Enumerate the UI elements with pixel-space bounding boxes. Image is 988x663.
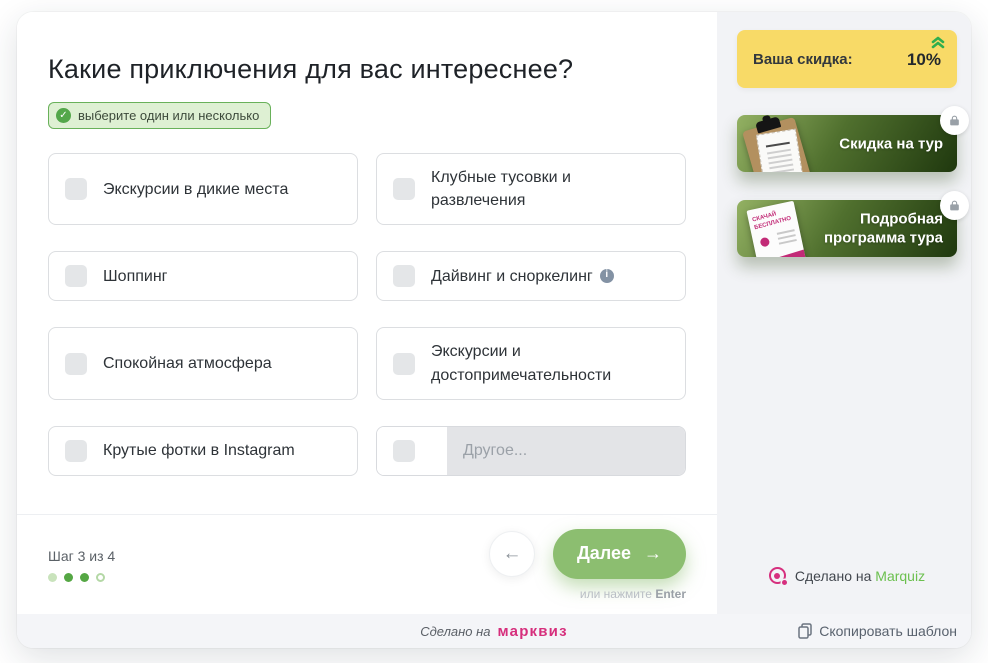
flyer-image: СКАЧАЙ БЕСПЛАТНО bbox=[746, 201, 807, 257]
option-other[interactable] bbox=[376, 426, 686, 476]
check-circle-icon: ✓ bbox=[56, 108, 71, 123]
discount-value: 10% bbox=[907, 50, 941, 70]
enter-hint: или нажмите Enter bbox=[580, 587, 686, 601]
lock-icon bbox=[940, 191, 969, 220]
marquiz-logo-icon bbox=[769, 567, 786, 584]
clipboard-image bbox=[742, 117, 814, 172]
checkbox[interactable] bbox=[65, 265, 87, 287]
bonus-sidebar: Ваша скидка: 10% bbox=[717, 12, 971, 614]
question-footer: Шаг 3 из 4 ← Далее → bbox=[17, 515, 717, 614]
option-calm-atmosphere[interactable]: Спокойная атмосфера bbox=[48, 327, 358, 399]
info-icon[interactable]: i bbox=[600, 269, 614, 283]
discount-box: Ваша скидка: 10% bbox=[737, 30, 957, 88]
progress-dot bbox=[96, 573, 105, 582]
option-diving[interactable]: Дайвинг и сноркелингi bbox=[376, 251, 686, 301]
hint-badge: ✓ выберите один или несколько bbox=[48, 102, 271, 129]
discount-label: Ваша скидка: bbox=[753, 51, 853, 68]
other-input[interactable] bbox=[447, 427, 685, 475]
option-label: Дайвинг и сноркелингi bbox=[431, 265, 614, 288]
option-shopping[interactable]: Шоппинг bbox=[48, 251, 358, 301]
option-label: Спокойная атмосфера bbox=[103, 352, 272, 375]
checkbox[interactable] bbox=[393, 178, 415, 200]
double-chevron-up-icon bbox=[931, 36, 945, 49]
progress-dot bbox=[48, 573, 57, 582]
option-label: Экскурсии и достопримечательности bbox=[431, 340, 669, 386]
back-button[interactable]: ← bbox=[489, 531, 535, 577]
bottom-bar: Сделано намарквиз Скопировать шаблон bbox=[17, 614, 971, 648]
flyer-note: СКАЧАЙ БЕСПЛАТНО bbox=[752, 208, 792, 232]
option-label: Клубные тусовки и развлечения bbox=[431, 166, 669, 212]
enter-key: Enter bbox=[655, 587, 686, 601]
option-sights[interactable]: Экскурсии и достопримечательности bbox=[376, 327, 686, 399]
checkbox[interactable] bbox=[393, 353, 415, 375]
options-grid: Экскурсии в дикие места Клубные тусовки … bbox=[48, 153, 686, 476]
checkbox-zone bbox=[377, 427, 431, 475]
banner-label: Скидка на тур bbox=[839, 134, 943, 154]
copy-template-button[interactable]: Скопировать шаблон bbox=[798, 623, 957, 639]
option-label: Шоппинг bbox=[103, 265, 168, 288]
hint-label: выберите один или несколько bbox=[78, 108, 259, 123]
checkbox[interactable] bbox=[65, 353, 87, 375]
next-wrap: Далее → или нажмите Enter bbox=[553, 529, 686, 601]
arrow-left-icon: ← bbox=[502, 543, 521, 565]
bonus-banner-tour-discount[interactable]: Скидка на тур bbox=[737, 115, 957, 172]
bonus-banner-tour-program[interactable]: СКАЧАЙ БЕСПЛАТНО Подробная программа тур… bbox=[737, 200, 957, 257]
next-button[interactable]: Далее → bbox=[553, 529, 686, 579]
option-instagram-photos[interactable]: Крутые фотки в Instagram bbox=[48, 426, 358, 476]
option-label: Экскурсии в дикие места bbox=[103, 178, 288, 201]
question-area: Какие приключения для вас интереснее? ✓ … bbox=[17, 12, 717, 614]
checkbox[interactable] bbox=[393, 440, 415, 462]
nav-buttons: ← Далее → или нажмите Enter bbox=[489, 529, 686, 601]
option-club-parties[interactable]: Клубные тусовки и развлечения bbox=[376, 153, 686, 225]
bonus-banners: Скидка на тур СКАЧАЙ БЕСПЛАТНО bbox=[737, 115, 957, 285]
made-on-text: Сделано на Marquiz bbox=[795, 568, 925, 584]
question-content: Какие приключения для вас интереснее? ✓ … bbox=[17, 12, 717, 514]
progress-dot bbox=[80, 573, 89, 582]
copy-icon bbox=[798, 623, 812, 639]
step-label: Шаг 3 из 4 bbox=[48, 548, 115, 564]
made-on-marquiz-link[interactable]: Сделано на Marquiz bbox=[769, 567, 925, 584]
lock-icon bbox=[940, 106, 969, 135]
progress-dot bbox=[64, 573, 73, 582]
main-row: Какие приключения для вас интереснее? ✓ … bbox=[17, 12, 971, 614]
option-label: Крутые фотки в Instagram bbox=[103, 439, 295, 462]
markviz-wordmark: марквиз bbox=[498, 623, 568, 640]
checkbox[interactable] bbox=[393, 265, 415, 287]
checkbox[interactable] bbox=[65, 178, 87, 200]
arrow-right-icon: → bbox=[644, 543, 662, 564]
banner-label: Подробная программа тура bbox=[815, 209, 943, 248]
progress-dots bbox=[48, 573, 115, 582]
next-label: Далее bbox=[577, 543, 631, 564]
quiz-window: Какие приключения для вас интереснее? ✓ … bbox=[17, 12, 971, 648]
marquiz-brand: Marquiz bbox=[875, 568, 925, 584]
step-block: Шаг 3 из 4 bbox=[48, 548, 115, 582]
copy-template-label: Скопировать шаблон bbox=[819, 623, 957, 639]
option-excursions-wild[interactable]: Экскурсии в дикие места bbox=[48, 153, 358, 225]
checkbox[interactable] bbox=[65, 440, 87, 462]
question-title: Какие приключения для вас интереснее? bbox=[48, 54, 686, 85]
